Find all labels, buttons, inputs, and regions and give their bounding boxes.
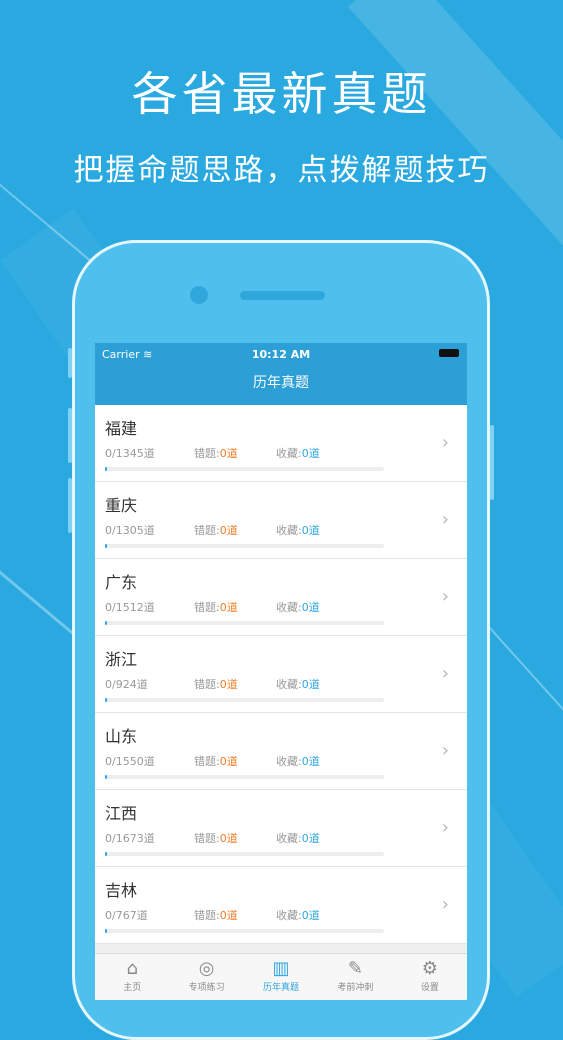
chevron-right-icon: › — [441, 740, 449, 761]
progress-track — [105, 621, 384, 625]
nav-bar: 历年真题 — [95, 365, 467, 405]
question-progress: 0/1673道 — [105, 832, 155, 845]
chevron-right-icon: › — [441, 509, 449, 530]
tab-label: 主页 — [123, 983, 142, 993]
phone-side-button — [490, 425, 494, 500]
phone-side-button — [68, 348, 72, 378]
phone-side-button — [68, 478, 72, 533]
status-bar: Carrier ≋ 10:12 AM — [95, 343, 467, 365]
province-name: 山东 — [105, 727, 138, 746]
status-time: 10:12 AM — [251, 348, 311, 361]
province-name: 重庆 — [105, 496, 138, 515]
tab-bar: ⌂ 主页 ◎ 专项练习 ▥ 历年真题 ✎ 考前冲刺 ⚙ 设置 — [95, 953, 467, 1000]
province-row[interactable]: 浙江 0/924道 错题:0道 收藏:0道 › — [95, 636, 467, 713]
question-progress: 0/1345道 — [105, 447, 155, 460]
favorite-count: 收藏:0道 — [276, 524, 320, 537]
tab-gear[interactable]: ⚙ 设置 — [393, 954, 467, 1000]
progress-fill — [105, 775, 108, 779]
camera-icon — [190, 286, 208, 304]
tab-target[interactable]: ◎ 专项练习 — [169, 954, 243, 1000]
tab-label: 设置 — [420, 983, 439, 993]
chevron-right-icon: › — [441, 663, 449, 684]
wrong-count: 错题:0道 — [194, 678, 238, 691]
progress-track — [105, 775, 384, 779]
progress-fill — [105, 544, 108, 548]
province-row[interactable]: 重庆 0/1305道 错题:0道 收藏:0道 › — [95, 482, 467, 559]
province-row[interactable]: 山东 0/1550道 错题:0道 收藏:0道 › — [95, 713, 467, 790]
question-progress: 0/1305道 — [105, 524, 155, 537]
speaker-grille — [240, 291, 325, 300]
chevron-right-icon: › — [441, 586, 449, 607]
question-progress: 0/924道 — [105, 678, 148, 691]
progress-fill — [105, 467, 108, 471]
question-progress: 0/1550道 — [105, 755, 155, 768]
promo-headline: 各省最新真题 — [131, 67, 432, 121]
target-icon: ◎ — [198, 958, 215, 979]
progress-fill — [105, 852, 108, 856]
progress-fill — [105, 698, 108, 702]
tab-home[interactable]: ⌂ 主页 — [95, 954, 169, 1000]
chevron-right-icon: › — [441, 817, 449, 838]
gear-icon: ⚙ — [421, 958, 438, 979]
question-progress: 0/767道 — [105, 909, 148, 922]
chevron-right-icon: › — [441, 432, 449, 453]
question-progress: 0/1512道 — [105, 601, 155, 614]
province-name: 福建 — [105, 419, 138, 438]
province-row[interactable]: 广东 0/1512道 错题:0道 收藏:0道 › — [95, 559, 467, 636]
notepad-icon: ✎ — [347, 958, 363, 979]
favorite-count: 收藏:0道 — [276, 909, 320, 922]
app-screen: Carrier ≋ 10:12 AM 历年真题 福建 0/1345道 错题:0道… — [95, 343, 467, 1000]
favorite-count: 收藏:0道 — [276, 678, 320, 691]
tab-label: 历年真题 — [263, 983, 300, 993]
progress-track — [105, 698, 384, 702]
wrong-count: 错题:0道 — [194, 755, 238, 768]
province-row[interactable]: 吉林 0/767道 错题:0道 收藏:0道 › — [95, 867, 467, 944]
home-icon: ⌂ — [126, 958, 138, 979]
tab-label: 专项练习 — [188, 983, 225, 993]
province-name: 广东 — [105, 573, 138, 592]
province-name: 吉林 — [105, 881, 138, 900]
progress-track — [105, 467, 384, 471]
progress-track — [105, 852, 384, 856]
tab-binders[interactable]: ▥ 历年真题 — [244, 954, 318, 1000]
favorite-count: 收藏:0道 — [276, 601, 320, 614]
promo-subline: 把握命题思路，点拨解题技巧 — [73, 153, 490, 188]
province-list: 福建 0/1345道 错题:0道 收藏:0道 › 重庆 0/1305道 错题:0… — [95, 405, 467, 944]
progress-track — [105, 544, 384, 548]
wrong-count: 错题:0道 — [194, 524, 238, 537]
chevron-right-icon: › — [441, 894, 449, 915]
progress-fill — [105, 621, 108, 625]
favorite-count: 收藏:0道 — [276, 832, 320, 845]
province-row[interactable]: 福建 0/1345道 错题:0道 收藏:0道 › — [95, 405, 467, 482]
favorite-count: 收藏:0道 — [276, 447, 320, 460]
wrong-count: 错题:0道 — [194, 601, 238, 614]
binders-icon: ▥ — [272, 958, 290, 979]
wrong-count: 错题:0道 — [194, 447, 238, 460]
wrong-count: 错题:0道 — [194, 832, 238, 845]
progress-track — [105, 929, 384, 933]
background-stripe — [347, 0, 563, 260]
page-title: 历年真题 — [253, 375, 309, 391]
phone-side-button — [68, 408, 72, 463]
wrong-count: 错题:0道 — [194, 909, 238, 922]
province-row[interactable]: 江西 0/1673道 错题:0道 收藏:0道 › — [95, 790, 467, 867]
province-name: 浙江 — [105, 650, 138, 669]
favorite-count: 收藏:0道 — [276, 755, 320, 768]
progress-fill — [105, 929, 108, 933]
battery-icon — [439, 349, 459, 357]
province-name: 江西 — [105, 804, 138, 823]
tab-label: 考前冲刺 — [337, 983, 374, 993]
tab-notepad[interactable]: ✎ 考前冲刺 — [318, 954, 392, 1000]
